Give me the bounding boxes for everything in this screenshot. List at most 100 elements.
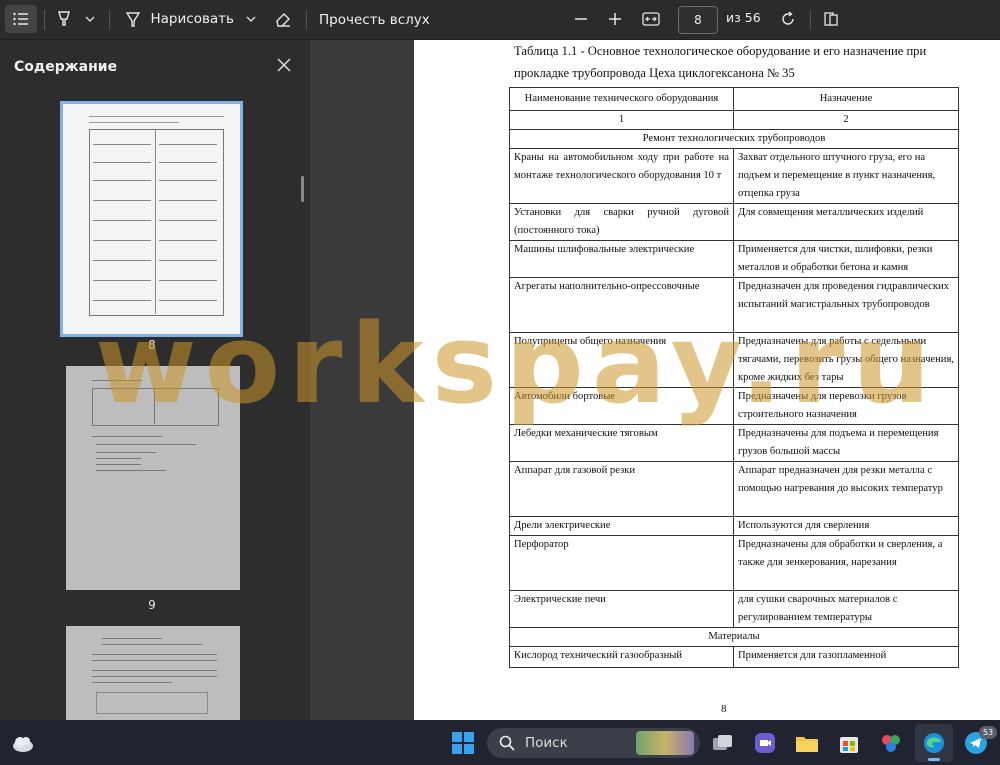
sidebar-scrollbar[interactable] [301, 176, 304, 202]
table-row: Аппарат для газовой резки Аппарат предна… [509, 461, 959, 517]
page-thumbnail-10[interactable] [66, 626, 240, 720]
telegram-button[interactable]: 53 [963, 726, 997, 756]
edge-icon [924, 733, 944, 753]
table-header-row: Наименование технического оборудования Н… [509, 87, 959, 111]
separator [306, 10, 307, 30]
page-total: из 56 [726, 10, 761, 25]
table-section-title: Материалы [509, 627, 959, 647]
notification-badge: 53 [979, 726, 997, 739]
table-cell: Используются для сверления [733, 516, 959, 536]
search-highlight-image [636, 731, 694, 755]
highlight-button[interactable] [52, 5, 76, 33]
taskbar-search[interactable]: Поиск [487, 728, 700, 758]
photos-icon [882, 735, 900, 752]
table-row: Электрические печи для сушки сварочных м… [509, 590, 959, 628]
table-cell: 2 [733, 110, 959, 130]
table-section-row: Ремонт технологических трубопроводов [509, 129, 959, 149]
highlight-options-button[interactable] [82, 8, 98, 30]
draw-options-button[interactable] [243, 8, 259, 30]
weather-widget[interactable] [10, 730, 36, 756]
table-cell: Машины шлифовальные электрические [509, 240, 734, 278]
table-row: Полуприцепы общего назначения Предназнач… [509, 332, 959, 388]
active-indicator [928, 758, 940, 761]
table-cell: Лебедки механические тяговым [509, 424, 734, 462]
eraser-icon [276, 13, 290, 27]
store-button[interactable] [836, 730, 862, 756]
table-cell: Аппарат для газовой резки [509, 461, 734, 517]
table-cell: для сушки сварочных материалов с регулир… [733, 590, 959, 628]
table-cell: Предназначены для подъема и перемещения … [733, 424, 959, 462]
contents-button[interactable] [5, 5, 37, 33]
close-icon [277, 58, 291, 72]
thumbnail-number: 9 [148, 598, 156, 612]
table-section-title: Ремонт технологических трубопроводов [509, 129, 959, 149]
table-row: Машины шлифовальные электрические Примен… [509, 240, 959, 278]
search-icon [499, 735, 515, 751]
table-cell: Краны на автомобильном ходу при работе н… [509, 148, 734, 204]
table-cell: Предназначены для работы с седельными тя… [733, 332, 959, 388]
caption-line-2: прокладке трубопровода Цеха циклогексано… [514, 66, 795, 80]
start-button[interactable] [450, 730, 476, 756]
fit-page-icon [642, 12, 660, 26]
zoom-in-button[interactable] [602, 5, 628, 33]
draw-icon [125, 12, 141, 27]
page-view-icon [824, 12, 838, 26]
table-caption: Таблица 1.1 - Основное технологическое о… [514, 40, 960, 84]
folder-icon [796, 737, 818, 752]
table-header-cell: Назначение [733, 87, 959, 111]
table-row: Перфоратор Предназначены для обработки и… [509, 535, 959, 591]
table-cell: Предназначены для обработки и сверления,… [733, 535, 959, 591]
zoom-in-icon [609, 13, 621, 25]
contents-icon [13, 12, 28, 26]
document-page: Таблица 1.1 - Основное технологическое о… [414, 40, 1000, 720]
teams-button[interactable] [752, 730, 778, 756]
page-number-input[interactable]: 8 [678, 6, 718, 34]
table-cell: Применяется для чистки, шлифовки, резки … [733, 240, 959, 278]
edge-button[interactable] [915, 724, 953, 762]
file-explorer-button[interactable] [794, 730, 820, 756]
photos-button[interactable] [878, 730, 904, 756]
table-cell: Полуприцепы общего назначения [509, 332, 734, 388]
task-view-button[interactable] [710, 730, 736, 756]
separator [44, 10, 45, 30]
table-cell: Кислород технический газообразный [509, 646, 734, 668]
chevron-down-icon [246, 16, 256, 22]
task-view-icon [713, 735, 732, 750]
separator [810, 10, 811, 30]
table-row: Установки для сварки ручной дуговой (пос… [509, 203, 959, 241]
highlight-icon [58, 11, 70, 26]
draw-button[interactable]: Нарисовать [124, 5, 234, 33]
rotate-button[interactable] [775, 5, 801, 33]
table-cell: 1 [509, 110, 734, 130]
table-header-cell: Наименование технического оборудования [509, 87, 734, 111]
thumbnail-number: 8 [148, 338, 156, 352]
table-row: Автомобили бортовые Предназначены для пе… [509, 387, 959, 425]
read-aloud-button[interactable]: Прочесть вслух [319, 9, 430, 31]
table-number-row: 1 2 [509, 110, 959, 130]
table-row: Дрели электрические Используются для све… [509, 516, 959, 536]
close-sidebar-button[interactable] [274, 55, 294, 75]
page-view-button[interactable] [818, 5, 844, 33]
table-row: Краны на автомобильном ходу при работе н… [509, 148, 959, 204]
caption-line-1: Таблица 1.1 - Основное технологическое о… [514, 44, 927, 58]
table-cell: Для совмещения металлических изделий [733, 203, 959, 241]
page-thumbnail-9[interactable] [66, 366, 240, 590]
draw-label: Нарисовать [150, 11, 235, 27]
search-label: Поиск [525, 735, 568, 751]
sidebar-title: Содержание [14, 59, 118, 75]
toolbar: Нарисовать Прочесть вслух 8 из 56 [0, 0, 1000, 40]
cloud-icon [13, 737, 33, 752]
taskbar: Поиск 53 [0, 720, 1000, 765]
store-icon [840, 737, 858, 753]
fit-page-button[interactable] [638, 5, 664, 33]
table-cell: Дрели электрические [509, 516, 734, 536]
table-row: Кислород технический газообразный Примен… [509, 646, 959, 668]
zoom-out-button[interactable] [568, 5, 594, 33]
equipment-table: Наименование технического оборудования Н… [509, 87, 959, 668]
table-section-row: Материалы [509, 627, 959, 647]
read-aloud-label: Прочесть вслух [319, 12, 430, 28]
page-thumbnail-8[interactable] [60, 101, 243, 337]
eraser-button[interactable] [270, 5, 296, 33]
document-viewer[interactable]: Таблица 1.1 - Основное технологическое о… [310, 40, 1000, 720]
video-chat-icon [755, 733, 775, 753]
